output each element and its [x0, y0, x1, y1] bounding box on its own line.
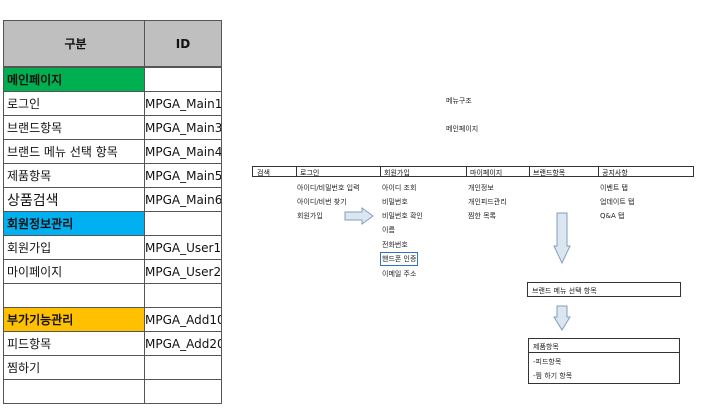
table-row: 회원가입MPGA_User100 [3, 235, 223, 260]
menu-signup: 회원가입 [384, 169, 410, 177]
signup-item-highlighted: 핸드폰 인증 [380, 252, 419, 266]
row-id-text: MPGA_Add100 [145, 312, 221, 327]
row-category: 회원가입 [3, 235, 145, 260]
row-category: 부가기능관리 [3, 307, 145, 332]
mypage-item: 개인정보 [468, 184, 494, 192]
table-row [3, 283, 223, 308]
row-category: 회원정보관리 [3, 211, 145, 236]
menu-login: 로그인 [300, 169, 320, 177]
row-id [144, 283, 222, 308]
row-id-text: MPGA_User100 [145, 240, 222, 255]
row-category: 피드항목 [3, 331, 145, 356]
diagram-title: 메뉴구조 [446, 97, 472, 105]
table-row: 회원정보관리 [3, 211, 223, 236]
menu-structure-diagram: 메뉴구조 메인페이지 검색 로그인 회원가입 마이페이지 브랜드항목 공지사항 … [240, 0, 721, 417]
top-menu-bar: 검색 로그인 회원가입 마이페이지 브랜드항목 공지사항 [252, 166, 694, 177]
signup-item: 비밀번호 [382, 198, 408, 206]
signup-item: 비밀번호 확인 [382, 212, 423, 220]
menu-id-table: 구분 ID 메인페이지로그인MPGA_Main100브랜드항목MPGA_Main… [3, 20, 223, 404]
row-id-text: MPGA_Main500 [145, 168, 222, 183]
row-category: 마이페이지 [3, 259, 145, 284]
table-row: 로그인MPGA_Main100 [3, 91, 223, 116]
login-item: 회원가입 [297, 212, 323, 220]
product-box-item: -피드항목 [533, 358, 562, 366]
table-row: 제품항목MPGA_Main500 [3, 163, 223, 188]
row-category [3, 283, 145, 308]
row-id: MPGA_Add100 [144, 307, 222, 332]
down-arrow-icon [553, 305, 571, 331]
row-id: MPGA_Main400 [144, 139, 222, 164]
login-item: 아이디/비번 찾기 [297, 198, 347, 206]
down-arrow-icon [553, 212, 571, 265]
notice-item: Q&A 탭 [600, 212, 625, 220]
row-category: 브랜드 메뉴 선택 항목 [3, 139, 145, 164]
product-box-item: -찜 하기 항목 [533, 372, 573, 380]
row-id-text: MPGA_Main400 [145, 144, 222, 159]
row-id: MPGA_User100 [144, 235, 222, 260]
notice-item: 업데이트 탭 [600, 198, 635, 206]
table-row: 브랜드항목MPGA_Main300 [3, 115, 223, 140]
table-row: 상품검색MPGA_Main600 [3, 187, 223, 212]
row-category: 찜하기 [3, 355, 145, 380]
row-category: 메인페이지 [3, 67, 145, 92]
table-row [3, 379, 223, 404]
diagram-subtitle: 메인페이지 [446, 125, 479, 133]
row-id: MPGA_Add200 [144, 331, 222, 356]
signup-item: 이름 [382, 226, 395, 234]
row-id: MPGA_Main100 [144, 91, 222, 116]
notice-item: 이벤트 탭 [600, 184, 628, 192]
row-category: 브랜드항목 [3, 115, 145, 140]
mypage-item: 개인피드관리 [468, 198, 507, 206]
table-row: 메인페이지 [3, 67, 223, 92]
brand-menu-box: 브랜드 메뉴 선택 항목 [527, 282, 681, 297]
menu-mypage: 마이페이지 [470, 169, 503, 177]
row-id-text: MPGA_Main100 [145, 96, 222, 111]
right-arrow-icon [344, 207, 374, 225]
row-category [3, 379, 145, 404]
row-id: MPGA_Main600 [144, 187, 222, 212]
mypage-item: 찜한 목록 [468, 212, 496, 220]
table-row: 브랜드 메뉴 선택 항목MPGA_Main400 [3, 139, 223, 164]
header-category: 구분 [3, 20, 145, 67]
row-category: 상품검색 [3, 187, 145, 212]
row-id: MPGA_User200 [144, 259, 222, 284]
row-category: 제품항목 [3, 163, 145, 188]
signup-item: 아이디 조회 [382, 184, 417, 192]
table-row: 피드항목MPGA_Add200 [3, 331, 223, 356]
product-box-title: 제품항목 [533, 343, 559, 351]
row-id: MPGA_Main500 [144, 163, 222, 188]
menu-brand: 브랜드항목 [533, 169, 566, 177]
row-category: 로그인 [3, 91, 145, 116]
table-row: 마이페이지MPGA_User200 [3, 259, 223, 284]
menu-notice: 공지사항 [602, 169, 628, 177]
login-item: 아이디/비밀번호 입력 [297, 184, 360, 192]
row-id [144, 379, 222, 404]
row-id [144, 355, 222, 380]
menu-search: 검색 [257, 169, 270, 177]
product-box: 제품항목 -피드항목 -찜 하기 항목 [528, 338, 680, 384]
brand-menu-box-label: 브랜드 메뉴 선택 항목 [532, 287, 597, 295]
row-id [144, 67, 222, 92]
signup-item: 이메일 주소 [382, 270, 417, 278]
row-id-text: MPGA_Main600 [145, 192, 222, 207]
table-row: 부가기능관리MPGA_Add100 [3, 307, 223, 332]
header-id: ID [144, 20, 222, 67]
row-id [144, 211, 222, 236]
signup-item: 전화번호 [382, 241, 408, 249]
row-id-text: MPGA_Main300 [145, 120, 222, 135]
row-id-text: MPGA_User200 [145, 264, 222, 279]
table-header-row: 구분 ID [3, 20, 223, 68]
table-row: 찜하기 [3, 355, 223, 380]
row-id: MPGA_Main300 [144, 115, 222, 140]
row-id-text: MPGA_Add200 [145, 336, 221, 351]
